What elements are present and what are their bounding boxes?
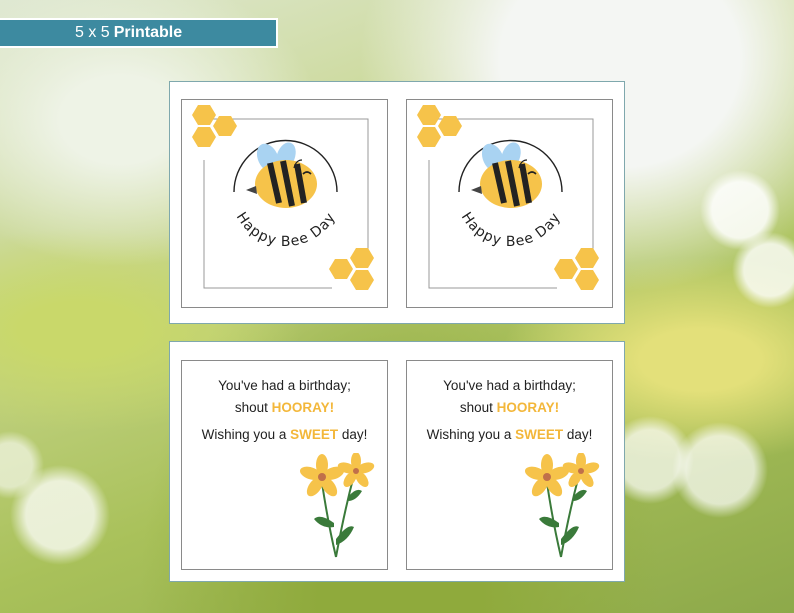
flower-illustration	[524, 453, 600, 558]
greeting-arc-text: Happy Bee Day	[233, 210, 339, 250]
printable-size-banner: 5 x 5 Printable	[0, 18, 278, 48]
message-line: Wishing you a SWEET day!	[426, 427, 593, 442]
back-card: You've had a birthday; shout HOORAY! Wis…	[181, 360, 388, 570]
svg-text:Happy Bee Day: Happy Bee Day	[233, 210, 339, 250]
message-line: shout HOORAY!	[459, 400, 560, 415]
back-card: You've had a birthday; shout HOORAY! Wis…	[406, 360, 613, 570]
message-line: You've had a birthday;	[443, 378, 576, 393]
front-sheet: Happy Bee Day Happy Bee Day	[169, 81, 625, 324]
greeting-arc-text: Happy Bee Day	[458, 210, 564, 250]
flower-illustration	[299, 453, 375, 558]
banner-size: 5 x 5	[75, 24, 110, 41]
back-sheet: You've had a birthday; shout HOORAY! Wis…	[169, 341, 625, 582]
banner-label: Printable	[113, 24, 183, 41]
front-card: Happy Bee Day	[406, 99, 613, 308]
message-line: Wishing you a SWEET day!	[201, 427, 368, 442]
svg-text:Happy Bee Day: Happy Bee Day	[458, 210, 564, 250]
greeting-text: Happy Bee Day	[233, 210, 338, 250]
message-line: shout HOORAY!	[234, 400, 335, 415]
greeting-text: Happy Bee Day	[458, 210, 563, 250]
message-line: You've had a birthday;	[218, 378, 351, 393]
front-card: Happy Bee Day	[181, 99, 388, 308]
